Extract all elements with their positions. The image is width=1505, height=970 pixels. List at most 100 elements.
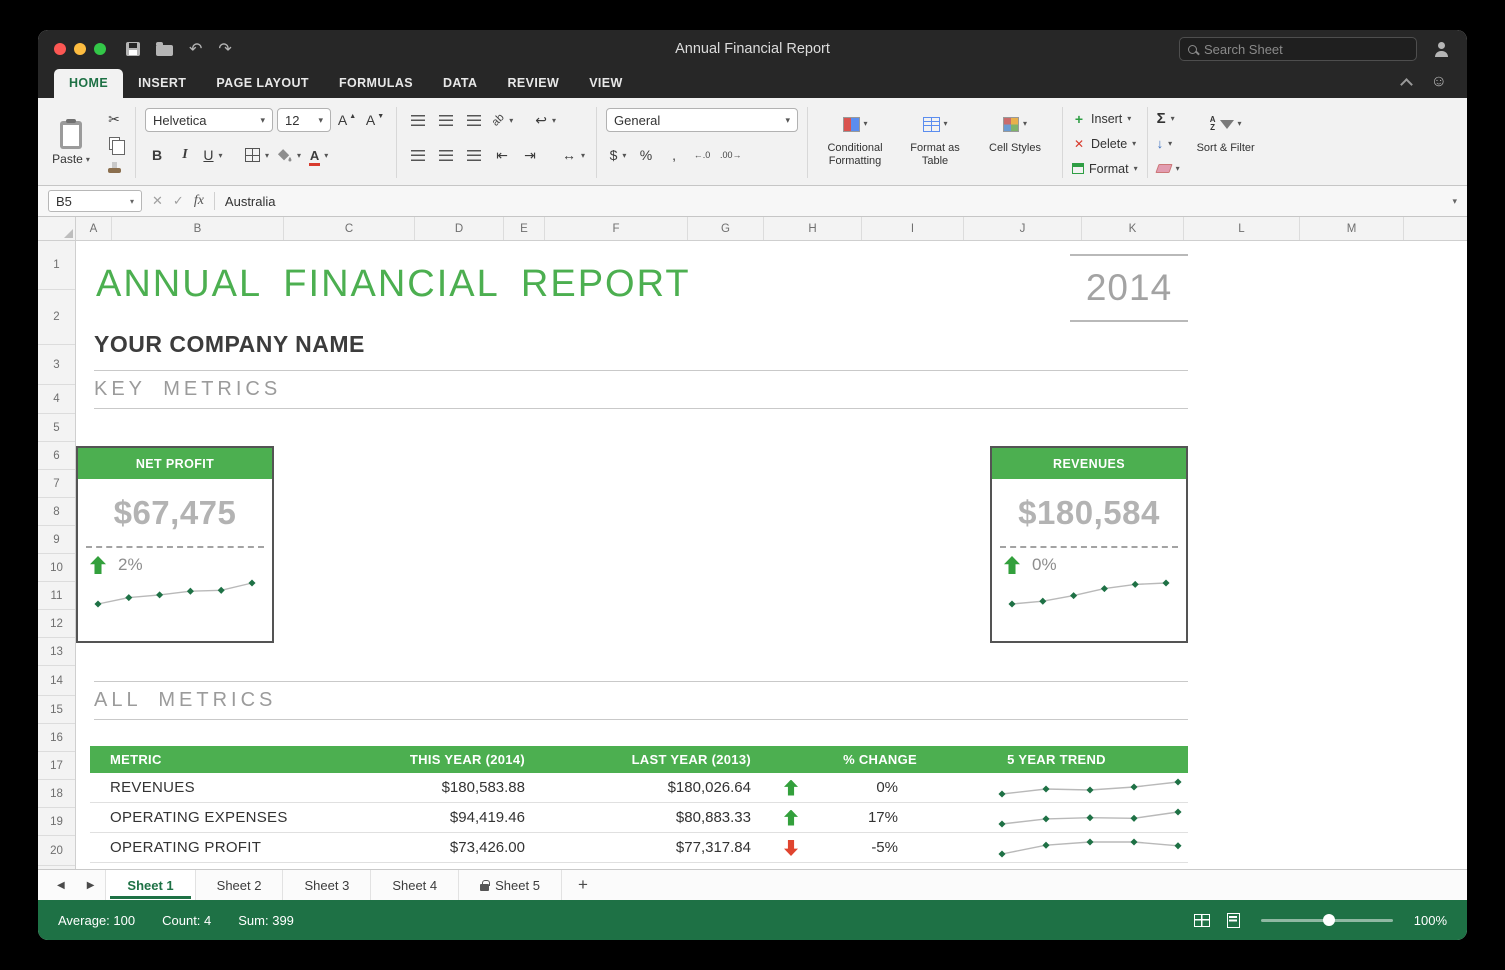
column-header-C[interactable]: C (284, 217, 415, 240)
align-top-button[interactable] (406, 108, 430, 132)
sort-filter-button[interactable]: AZ▾ Sort & Filter (1188, 107, 1264, 180)
decrease-decimal-button[interactable]: .00→ (718, 143, 744, 167)
copy-button[interactable] (102, 134, 126, 154)
tab-home[interactable]: HOME (54, 69, 123, 98)
underline-button[interactable]: U (201, 143, 225, 167)
row-header-13[interactable]: 13 (38, 638, 75, 666)
enter-icon[interactable]: ✓ (173, 193, 184, 209)
currency-button[interactable]: $ (606, 143, 630, 167)
column-header-J[interactable]: J (964, 217, 1082, 240)
tab-data[interactable]: DATA (428, 69, 492, 98)
column-header-F[interactable]: F (545, 217, 688, 240)
row-header-7[interactable]: 7 (38, 470, 75, 498)
delete-cells-button[interactable]: ✕ Delete▾ (1072, 132, 1138, 155)
align-left-button[interactable] (406, 143, 430, 167)
row-header-18[interactable]: 18 (38, 780, 75, 808)
percent-button[interactable]: % (634, 143, 658, 167)
column-header-M[interactable]: M (1300, 217, 1404, 240)
orientation-button[interactable]: ab (490, 108, 515, 132)
sheet-tab-2[interactable]: Sheet 2 (196, 870, 284, 900)
normal-view-icon[interactable] (1194, 914, 1210, 927)
italic-button[interactable]: I (173, 143, 197, 167)
search-input[interactable] (1204, 42, 1408, 57)
zoom-knob[interactable] (1323, 914, 1335, 926)
cancel-icon[interactable]: ✕ (152, 193, 163, 209)
zoom-slider[interactable] (1261, 919, 1393, 922)
row-header-10[interactable]: 10 (38, 554, 75, 582)
merge-center-button[interactable]: ↔ (560, 143, 587, 167)
decrease-font-button[interactable]: A▼ (363, 108, 387, 132)
sheet-tab-1[interactable]: Sheet 1 (105, 870, 195, 900)
column-header-E[interactable]: E (504, 217, 545, 240)
fill-color-button[interactable] (275, 143, 303, 167)
align-center-button[interactable] (434, 143, 458, 167)
row-header-16[interactable]: 16 (38, 724, 75, 752)
insert-cells-button[interactable]: + Insert▾ (1072, 107, 1138, 130)
save-icon[interactable] (126, 42, 140, 56)
table-row[interactable]: OPERATING PROFIT $73,426.00 $77,317.84 -… (90, 833, 1188, 863)
row-header-19[interactable]: 19 (38, 808, 75, 836)
conditional-formatting-button[interactable]: ▾ Conditional Formatting (817, 107, 893, 180)
feedback-smiley-icon[interactable]: ☺ (1431, 74, 1447, 90)
column-header-H[interactable]: H (764, 217, 862, 240)
formula-bar-expand-icon[interactable]: ▾ (1452, 196, 1457, 207)
sheet-canvas[interactable]: ANNUAL FINANCIAL REPORT 2014 YOUR COMPAN… (76, 241, 1467, 869)
name-box[interactable]: B5 (48, 190, 142, 212)
redo-icon[interactable]: ↷ (218, 39, 231, 59)
row-header-6[interactable]: 6 (38, 442, 75, 470)
tab-review[interactable]: REVIEW (492, 69, 574, 98)
tab-formulas[interactable]: FORMULAS (324, 69, 428, 98)
font-color-button[interactable]: A (307, 143, 331, 167)
row-header-12[interactable]: 12 (38, 610, 75, 638)
prev-sheet-icon[interactable]: ◀ (46, 870, 76, 900)
sheet-tab-5[interactable]: Sheet 5 (459, 870, 562, 900)
number-format-select[interactable]: General (606, 108, 798, 132)
row-header-17[interactable]: 17 (38, 752, 75, 780)
row-header-14[interactable]: 14 (38, 666, 75, 696)
wrap-text-button[interactable]: ↩ (533, 108, 558, 132)
cell-styles-button[interactable]: ▾ Cell Styles (977, 107, 1053, 180)
column-header-D[interactable]: D (415, 217, 504, 240)
next-sheet-icon[interactable]: ▶ (76, 870, 106, 900)
tab-insert[interactable]: INSERT (123, 69, 201, 98)
row-header-20[interactable]: 20 (38, 836, 75, 866)
align-right-button[interactable] (462, 143, 486, 167)
share-contact-icon[interactable] (1433, 42, 1451, 57)
bold-button[interactable]: B (145, 143, 169, 167)
column-header-K[interactable]: K (1082, 217, 1184, 240)
align-bottom-button[interactable] (462, 108, 486, 132)
search-box[interactable] (1179, 37, 1417, 61)
tab-view[interactable]: VIEW (574, 69, 638, 98)
format-as-table-button[interactable]: ▾ Format as Table (897, 107, 973, 180)
minimize-button[interactable] (74, 43, 86, 55)
row-header-11[interactable]: 11 (38, 582, 75, 610)
decrease-indent-button[interactable]: ⇤ (490, 143, 514, 167)
undo-icon[interactable]: ↶ (189, 39, 202, 59)
increase-decimal-button[interactable]: ←.0 (690, 143, 714, 167)
increase-indent-button[interactable]: ⇥ (518, 143, 542, 167)
close-button[interactable] (54, 43, 66, 55)
cut-button[interactable]: ✂ (102, 110, 126, 130)
column-header-L[interactable]: L (1184, 217, 1300, 240)
column-header-A[interactable]: A (76, 217, 112, 240)
autosum-button[interactable]: Σ▾ (1157, 107, 1180, 130)
column-header-I[interactable]: I (862, 217, 964, 240)
row-header-2[interactable]: 2 (38, 290, 75, 345)
open-folder-icon[interactable] (156, 45, 173, 56)
row-header-4[interactable]: 4 (38, 385, 75, 414)
sheet-tab-3[interactable]: Sheet 3 (283, 870, 371, 900)
borders-button[interactable] (243, 143, 271, 167)
row-header-8[interactable]: 8 (38, 498, 75, 526)
format-cells-button[interactable]: Format▾ (1072, 157, 1138, 180)
row-header-5[interactable]: 5 (38, 414, 75, 442)
row-header-1[interactable]: 1 (38, 241, 75, 290)
paste-button[interactable]: Paste▾ (46, 121, 96, 166)
row-header-3[interactable]: 3 (38, 345, 75, 385)
table-row[interactable]: OPERATING EXPENSES $94,419.46 $80,883.33… (90, 803, 1188, 833)
zoom-level[interactable]: 100% (1414, 913, 1447, 928)
fill-button[interactable]: ↓▾ (1157, 132, 1180, 155)
row-header-9[interactable]: 9 (38, 526, 75, 554)
page-layout-view-icon[interactable] (1227, 913, 1240, 928)
font-size-select[interactable]: 12 (277, 108, 331, 132)
align-middle-button[interactable] (434, 108, 458, 132)
